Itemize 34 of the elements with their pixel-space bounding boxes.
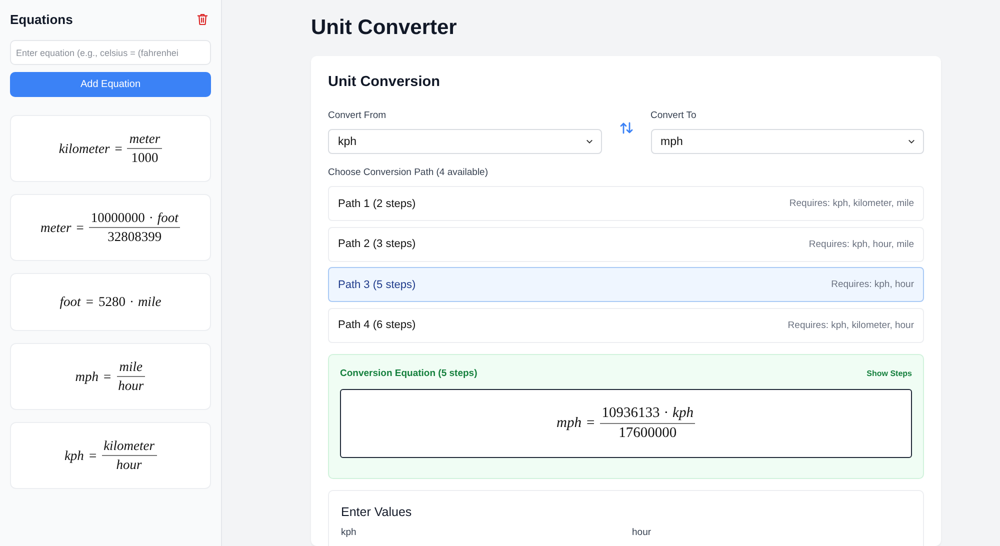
result-title: Conversion Equation (5 steps) [340,368,478,379]
field-label: kph [341,526,358,538]
path-title: Path 2 (3 steps) [338,238,416,250]
sidebar-title: Equations [10,12,73,26]
values-title: Enter Values [341,504,413,520]
paths-label: Choose Conversion Path (4 available) [328,167,490,179]
equation-formula: meter = 10000000 · foot 32808399 [40,210,180,245]
equation-formula: mph = 10936133 · kph 17600000 [556,404,696,442]
field-label: Convert To [650,110,698,122]
path-title: Path 3 (5 steps) [338,278,416,290]
path-option[interactable]: Path 3 (5 steps) Requires: kph, hour [328,267,924,302]
path-requirements: Requires: kph, hour, mile [808,238,914,250]
path-title: Path 1 (2 steps) [338,198,416,210]
trash-icon[interactable] [197,13,208,25]
unit-select[interactable]: kph [328,129,602,154]
path-requirements: Requires: kph, kilometer, hour [788,320,914,330]
path-title: Path 4 (6 steps) [338,319,416,331]
page-title: Unit Converter [311,15,458,41]
path-requirements: Requires: kph, kilometer, mile [789,198,914,209]
path-requirements: Requires: kph, hour [831,279,914,290]
path-option[interactable]: Path 2 (3 steps) Requires: kph, hour, mile [328,226,924,262]
show-steps-button[interactable]: Show Steps [866,369,912,378]
equation-formula: foot = 5280 · mile [60,294,162,310]
path-option[interactable]: Path 4 (6 steps) Requires: kph, kilometer, hour [328,308,924,342]
path-option[interactable]: Path 1 (2 steps) Requires: kph, kilometer, mile [328,186,924,221]
field-label: Convert From [328,110,388,122]
chevron-down-icon [908,139,915,144]
card-title: Unit Conversion [328,73,441,91]
equation-input[interactable]: Enter equation (e.g., celsius = (fahrenhei [10,40,211,65]
field-label: hour [632,526,652,538]
add-equation-button[interactable]: Add Equation [10,72,211,97]
swap-icon[interactable] [620,122,632,134]
unit-select[interactable]: mph [650,129,924,154]
chevron-down-icon [586,139,592,144]
